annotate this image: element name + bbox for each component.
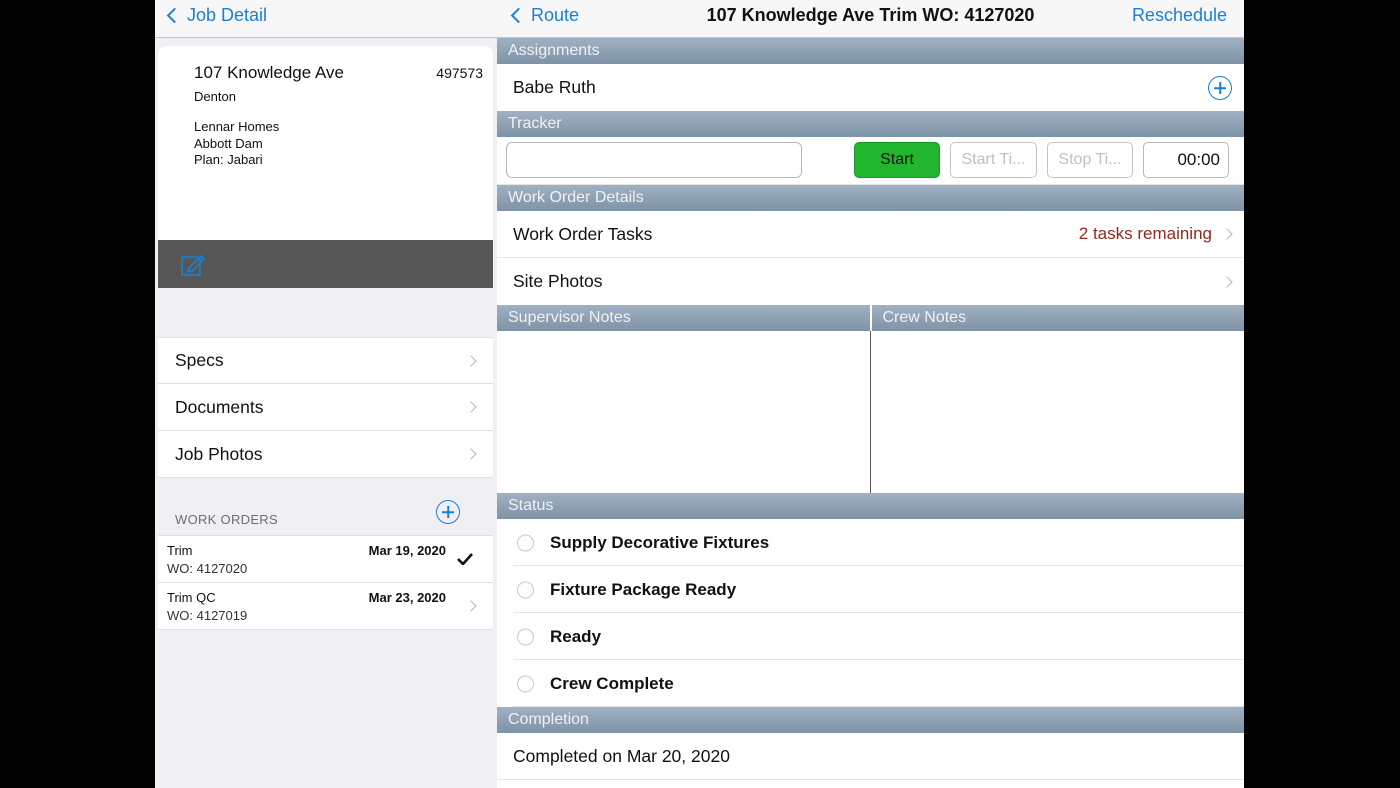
job-address: 107 Knowledge Ave: [194, 63, 344, 82]
menu-item-documents[interactable]: Documents: [158, 384, 493, 431]
section-header-supervisor-notes: Supervisor Notes: [497, 305, 870, 331]
job-number: 497573: [436, 65, 483, 81]
radio-button[interactable]: [517, 534, 534, 551]
checkmark-icon: [457, 553, 473, 565]
chevron-right-icon: [1221, 275, 1233, 288]
status-label: Supply Decorative Fixtures: [550, 532, 770, 552]
work-order-name: Trim QC: [167, 590, 216, 605]
back-label: Job Detail: [187, 4, 268, 25]
left-navbar: Job Detail: [155, 0, 497, 38]
chevron-left-icon: [166, 7, 183, 23]
work-orders-header: WORK ORDERS: [175, 512, 278, 527]
start-button[interactable]: Start: [854, 142, 940, 178]
job-info: Lennar Homes Abbott Dam Plan: Jabari: [194, 119, 279, 169]
menu-item-specs[interactable]: Specs: [158, 337, 493, 384]
reschedule-button[interactable]: Reschedule: [1132, 5, 1227, 26]
crew-notes-text[interactable]: [870, 331, 1244, 493]
radio-button[interactable]: [517, 581, 534, 598]
site-photos-label: Site Photos: [513, 271, 603, 291]
job-builder: Lennar Homes: [194, 119, 280, 134]
radio-button[interactable]: [517, 628, 534, 645]
master-pane: Job Detail 107 Knowledge Ave 497573 Dent…: [155, 0, 497, 788]
job-community: Abbott Dam: [194, 135, 263, 151]
status-label: Crew Complete: [550, 673, 674, 693]
work-order-row[interactable]: Trim WO: 4127020 Mar 19, 2020: [158, 536, 493, 583]
assignee-name: Babe Ruth: [513, 77, 596, 97]
work-order-number: WO: 4127020: [167, 561, 248, 576]
supervisor-notes-text[interactable]: [497, 331, 870, 493]
menu-item-job-photos[interactable]: Job Photos: [158, 431, 493, 478]
section-header-work-order-details: Work Order Details: [497, 185, 1244, 211]
radio-button[interactable]: [517, 675, 534, 692]
job-city: Denton: [194, 89, 236, 104]
work-order-date: Mar 19, 2020: [368, 543, 446, 558]
tracker-input[interactable]: [506, 142, 802, 178]
completion-text: Completed on Mar 20, 2020: [513, 745, 730, 766]
status-label: Fixture Package Ready: [550, 579, 737, 599]
chevron-right-icon: [1221, 228, 1233, 240]
menu-item-label: Specs: [175, 350, 224, 370]
notes-headers: Supervisor Notes Crew Notes: [497, 305, 1244, 331]
status-item[interactable]: Fixture Package Ready: [497, 566, 1244, 613]
site-photos-row[interactable]: Site Photos: [497, 258, 1244, 305]
notes-area: [497, 331, 1244, 493]
completion-row: Completed on Mar 20, 2020: [497, 733, 1244, 780]
right-navbar: Route 107 Knowledge Ave Trim WO: 4127020…: [497, 0, 1244, 38]
status-label: Ready: [550, 626, 602, 646]
job-card-toolbar: [158, 240, 493, 288]
status-item[interactable]: Ready: [497, 613, 1244, 660]
job-card: 107 Knowledge Ave 497573 Denton Lennar H…: [158, 46, 493, 288]
assignment-row: Babe Ruth: [497, 64, 1244, 111]
work-orders-list: Trim WO: 4127020 Mar 19, 2020 Trim QC WO…: [158, 535, 493, 630]
menu-item-label: Documents: [175, 396, 264, 417]
status-item[interactable]: Supply Decorative Fixtures: [497, 519, 1244, 566]
work-order-tasks-label: Work Order Tasks: [513, 223, 653, 244]
chevron-right-icon: [465, 600, 477, 612]
section-header-assignments: Assignments: [497, 38, 1244, 64]
tracker-row: Start Start Ti... Stop Ti... 00:00: [497, 137, 1244, 185]
chevron-right-icon: [465, 354, 477, 367]
add-assignment-button[interactable]: [1208, 76, 1232, 100]
chevron-right-icon: [465, 401, 477, 413]
add-work-order-button[interactable]: [436, 500, 460, 524]
edit-icon[interactable]: [180, 252, 206, 278]
elapsed-time-field[interactable]: 00:00: [1143, 142, 1229, 178]
chevron-right-icon: [465, 448, 477, 460]
start-time-button[interactable]: Start Ti...: [950, 142, 1037, 178]
work-order-date: Mar 23, 2020: [368, 590, 446, 605]
work-order-name: Trim: [167, 543, 193, 558]
work-order-number: WO: 4127019: [167, 608, 248, 623]
status-item[interactable]: Crew Complete: [497, 660, 1244, 707]
job-plan: Plan: Jabari: [194, 152, 263, 167]
job-detail-back-button[interactable]: Job Detail: [165, 0, 267, 30]
tasks-remaining-badge: 2 tasks remaining: [1078, 224, 1212, 243]
section-header-crew-notes: Crew Notes: [869, 305, 1244, 331]
section-header-completion: Completion: [497, 707, 1244, 733]
section-header-status: Status: [497, 493, 1244, 519]
section-header-tracker: Tracker: [497, 111, 1244, 137]
stop-time-button[interactable]: Stop Ti...: [1047, 142, 1133, 178]
work-order-tasks-row[interactable]: Work Order Tasks 2 tasks remaining: [497, 211, 1244, 258]
job-menu: Specs Documents Job Photos: [158, 337, 493, 478]
work-order-row[interactable]: Trim QC WO: 4127019 Mar 23, 2020: [158, 583, 493, 630]
menu-item-label: Job Photos: [175, 443, 263, 464]
detail-pane: Route 107 Knowledge Ave Trim WO: 4127020…: [497, 0, 1244, 788]
